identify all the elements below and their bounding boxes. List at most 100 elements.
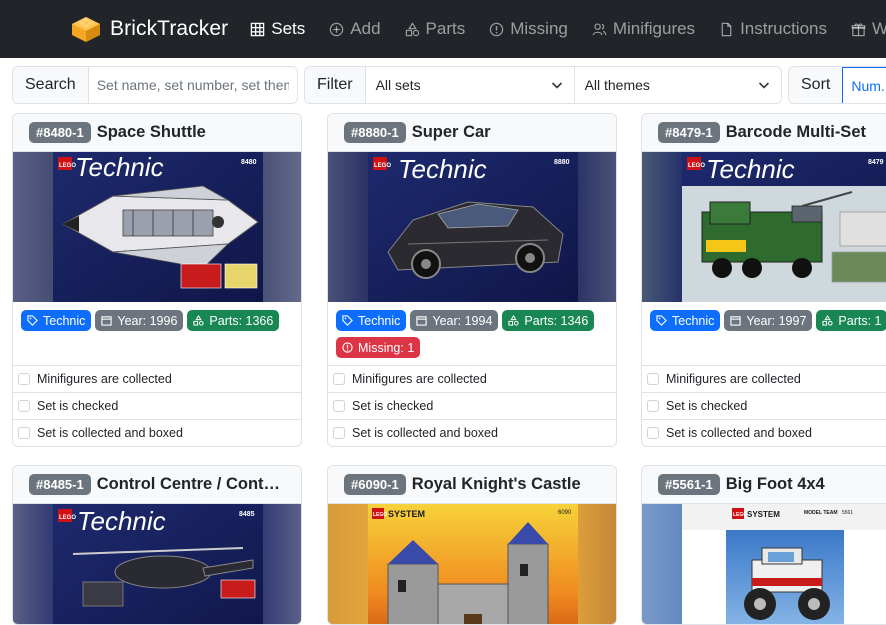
set-number-badge[interactable]: #8880-1 bbox=[344, 122, 406, 143]
set-number-badge[interactable]: #8479-1 bbox=[658, 122, 720, 143]
parts-badge[interactable]: Parts: 1366 bbox=[187, 310, 280, 331]
brand[interactable]: BrickTracker bbox=[70, 15, 228, 43]
set-number-badge[interactable]: #6090-1 bbox=[344, 474, 406, 495]
nav-instructions[interactable]: Instructions bbox=[719, 19, 827, 39]
set-name[interactable]: Royal Knight's Castle bbox=[412, 475, 581, 494]
set-card[interactable]: #8485-1 Control Centre / Contr… LEGO Tec… bbox=[12, 465, 302, 625]
technic-logo: Technic bbox=[77, 506, 166, 536]
checkbox[interactable] bbox=[333, 400, 345, 412]
shapes-icon bbox=[405, 21, 419, 36]
parts-badge[interactable]: Parts: 1 bbox=[816, 310, 886, 331]
theme-select[interactable]: All themes bbox=[573, 67, 781, 103]
filter-select[interactable]: All sets bbox=[365, 67, 574, 103]
checkbox[interactable] bbox=[18, 373, 30, 385]
box-art-8485: LEGO Technic 8485 bbox=[53, 504, 263, 624]
theme-badge[interactable]: Technic bbox=[21, 310, 92, 331]
set-image[interactable]: LEGO Technic 8880 bbox=[328, 152, 616, 302]
set-image[interactable]: LEGO Technic 8479 bbox=[642, 152, 886, 302]
check-minifigures-collected[interactable]: Minifigures are collected bbox=[13, 365, 301, 392]
set-image[interactable]: LEGO Technic 8480 bbox=[13, 152, 301, 302]
checkbox[interactable] bbox=[647, 373, 659, 385]
checkbox[interactable] bbox=[647, 400, 659, 412]
set-name[interactable]: Big Foot 4x4 bbox=[726, 475, 825, 494]
checkbox[interactable] bbox=[18, 400, 30, 412]
brick-logo-icon bbox=[72, 17, 100, 42]
set-card[interactable]: #8480-1 Space Shuttle LEGO Technic 8480 bbox=[12, 113, 302, 447]
nav-sets[interactable]: Sets bbox=[250, 19, 305, 39]
check-set-checked[interactable]: Set is checked bbox=[642, 392, 886, 419]
parts-label: Parts: 1366 bbox=[209, 313, 274, 328]
nav-label: Parts bbox=[425, 19, 466, 38]
check-label: Set is checked bbox=[352, 399, 434, 413]
nav-parts[interactable]: Parts bbox=[405, 19, 466, 39]
set-name[interactable]: Space Shuttle bbox=[97, 123, 206, 142]
technic-logo: Technic bbox=[398, 154, 487, 184]
check-label: Set is collected and boxed bbox=[37, 426, 183, 440]
set-name[interactable]: Barcode Multi-Set bbox=[726, 123, 866, 142]
tag-icon bbox=[656, 315, 667, 326]
parts-badge[interactable]: Parts: 1346 bbox=[502, 310, 595, 331]
set-name[interactable]: Control Centre / Contr… bbox=[97, 475, 285, 494]
check-minifigures-collected[interactable]: Minifigures are collected bbox=[328, 365, 616, 392]
badge-row: Technic Year: 1994 Parts: 1346 Missing: … bbox=[328, 302, 616, 364]
check-minifigures-collected[interactable]: Minifigures are collected bbox=[642, 365, 886, 392]
set-image[interactable]: LEGO SYSTEM MODEL TEAM 5561 bbox=[642, 504, 886, 624]
parts-label: Parts: 1346 bbox=[524, 313, 589, 328]
set-number-badge[interactable]: #5561-1 bbox=[658, 474, 720, 495]
gift-icon bbox=[851, 22, 866, 36]
set-number: 5561-1 bbox=[672, 477, 713, 492]
nav-label: Minifigures bbox=[612, 19, 696, 38]
technic-logo: Technic bbox=[706, 154, 795, 184]
set-image[interactable]: LEGO SYSTEM 6090 bbox=[328, 504, 616, 624]
set-number-badge[interactable]: #8480-1 bbox=[29, 122, 91, 143]
year-badge: Year: 1994 bbox=[410, 310, 499, 331]
chevron-down-icon bbox=[758, 82, 770, 89]
system-logo: SYSTEM bbox=[747, 510, 780, 519]
set-card[interactable]: #8479-1 Barcode Multi-Set LEGO Technic 8… bbox=[641, 113, 886, 447]
card-header: #5561-1 Big Foot 4x4 bbox=[642, 466, 886, 504]
users-icon bbox=[592, 22, 607, 35]
nav-label: Missing bbox=[510, 19, 568, 38]
missing-badge[interactable]: Missing: 1 bbox=[336, 337, 421, 358]
check-label: Set is collected and boxed bbox=[352, 426, 498, 440]
nav-wish[interactable]: Wish bbox=[851, 19, 886, 39]
checkbox[interactable] bbox=[647, 427, 659, 439]
search-group: Search bbox=[12, 66, 298, 104]
search-input[interactable] bbox=[88, 67, 297, 103]
set-name[interactable]: Super Car bbox=[412, 123, 491, 142]
calendar-icon bbox=[730, 316, 742, 326]
nav-minifigures[interactable]: Minifigures bbox=[592, 19, 695, 39]
set-number: 8485-1 bbox=[43, 477, 84, 492]
set-card[interactable]: #5561-1 Big Foot 4x4 LEGO SYSTEM MODEL T… bbox=[641, 465, 886, 625]
set-image[interactable]: LEGO Technic 8485 bbox=[13, 504, 301, 624]
nav-missing[interactable]: Missing bbox=[489, 19, 568, 39]
lego-logo: LEGO bbox=[374, 163, 391, 169]
checkbox[interactable] bbox=[18, 427, 30, 439]
check-set-checked[interactable]: Set is checked bbox=[13, 392, 301, 419]
set-number-badge[interactable]: #8485-1 bbox=[29, 474, 91, 495]
card-header: #8479-1 Barcode Multi-Set bbox=[642, 114, 886, 152]
set-card[interactable]: #8880-1 Super Car LEGO Technic 8880 Tech… bbox=[327, 113, 617, 447]
box-number: 8485 bbox=[239, 511, 255, 518]
alert-circle-icon bbox=[490, 22, 504, 36]
check-set-collected-boxed[interactable]: Set is collected and boxed bbox=[642, 419, 886, 446]
nav-label: Sets bbox=[271, 19, 306, 38]
check-set-collected-boxed[interactable]: Set is collected and boxed bbox=[328, 419, 616, 446]
box-art-8479: LEGO Technic 8479 bbox=[682, 152, 886, 302]
check-label: Minifigures are collected bbox=[666, 372, 801, 386]
theme-badge[interactable]: Technic bbox=[336, 310, 407, 331]
nav-add[interactable]: Add bbox=[329, 19, 381, 39]
check-set-checked[interactable]: Set is checked bbox=[328, 392, 616, 419]
checkbox[interactable] bbox=[333, 373, 345, 385]
theme-badge[interactable]: Technic bbox=[650, 310, 721, 331]
sort-number-button[interactable]: Num. bbox=[842, 67, 886, 103]
theme-label: Technic bbox=[358, 313, 401, 328]
technic-logo: Technic bbox=[75, 152, 164, 182]
nav-label: Wish bbox=[872, 19, 886, 38]
checkbox[interactable] bbox=[333, 427, 345, 439]
set-card[interactable]: #6090-1 Royal Knight's Castle LEGO SYSTE… bbox=[327, 465, 617, 625]
theme-label: Technic bbox=[43, 313, 86, 328]
check-set-collected-boxed[interactable]: Set is collected and boxed bbox=[13, 419, 301, 446]
sort-label: Sort bbox=[789, 67, 844, 103]
theme-select-value: All themes bbox=[584, 77, 650, 93]
